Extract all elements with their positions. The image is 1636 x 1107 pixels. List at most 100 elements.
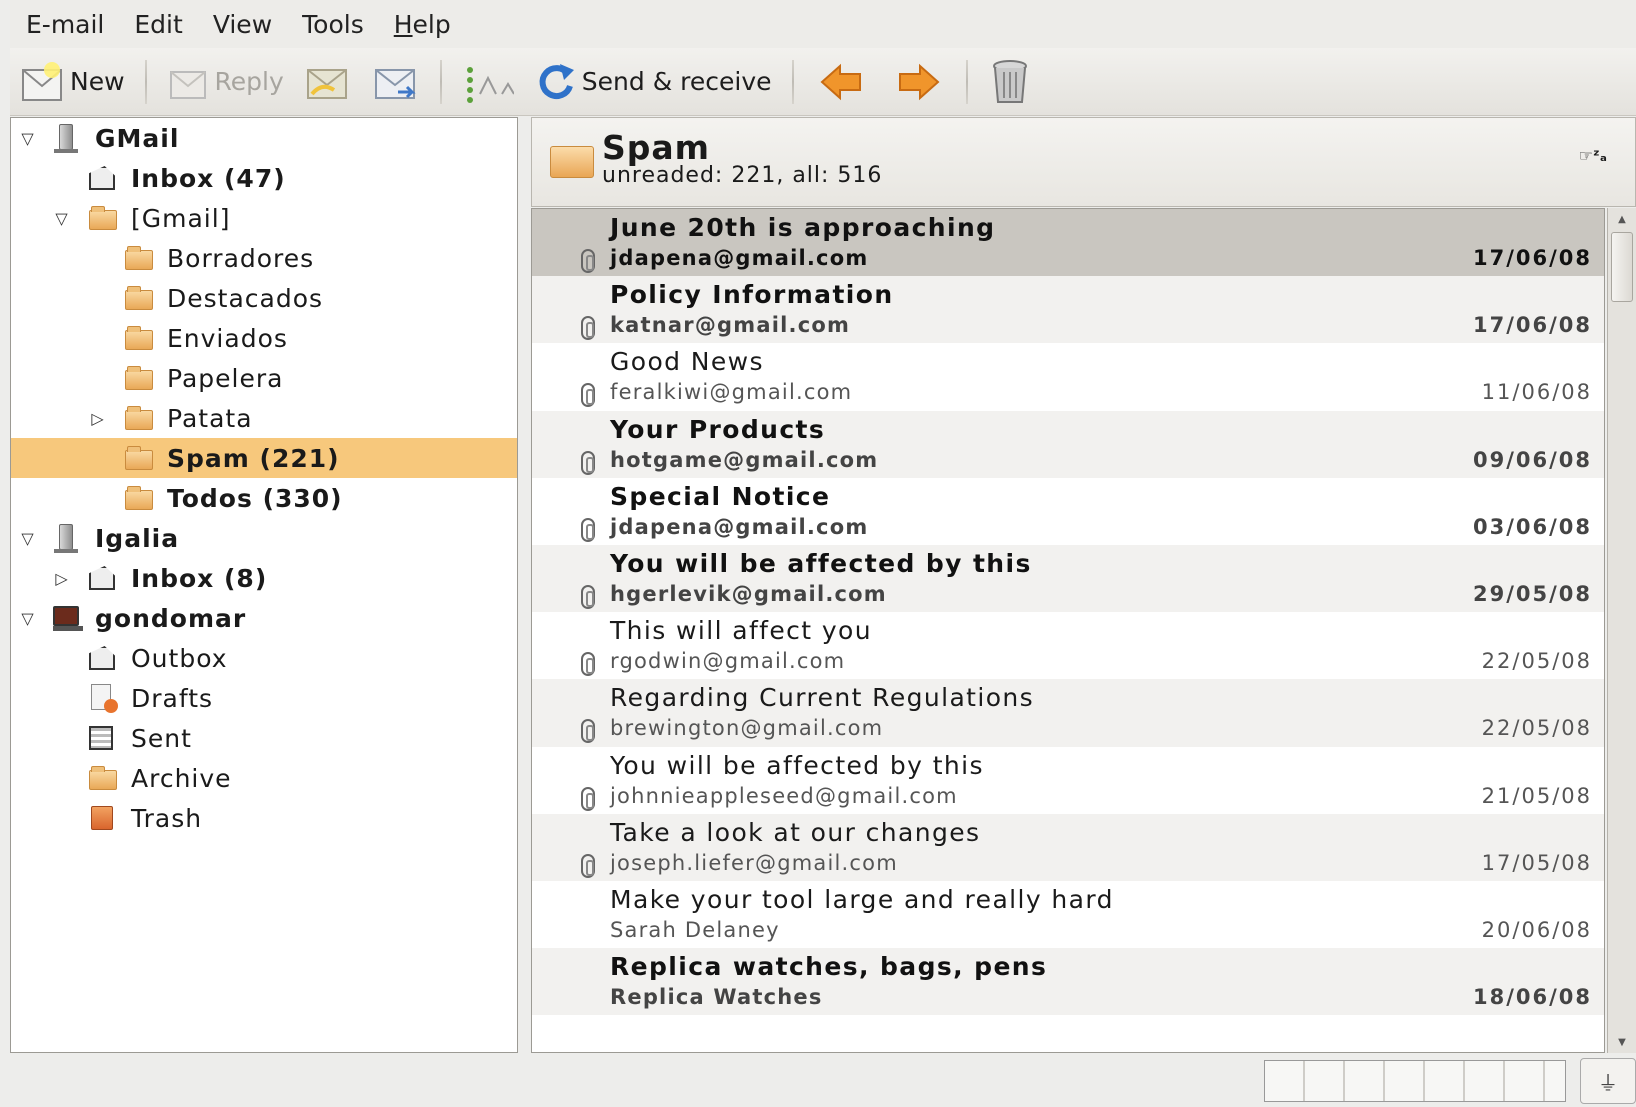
folder-gmail-inbox[interactable]: Inbox (47) [11, 158, 517, 198]
folder-patata[interactable]: ▷ Patata [11, 398, 517, 438]
message-row[interactable]: Good News feralkiwi@gmail.com 11/06/08 [532, 343, 1604, 410]
menu-help[interactable]: Help [379, 10, 466, 39]
toolbar-separator [439, 59, 442, 104]
attachment-icon [581, 517, 595, 542]
message-row[interactable]: This will affect you rgodwin@gmail.com 22/… [532, 612, 1604, 679]
message-row[interactable]: Replica watches, bags, pens Replica Watch… [532, 948, 1604, 1016]
attachment-icon [581, 719, 595, 744]
message-subject: June 20th is approaching [610, 213, 996, 242]
folder-label: Inbox (8) [131, 563, 268, 593]
folder-icon [125, 246, 153, 274]
folder-gmail-group[interactable]: ▽ [Gmail] [11, 198, 517, 238]
collapse-arrow-icon[interactable]: ▽ [53, 209, 71, 228]
computer-icon [53, 606, 83, 631]
folder-icon [125, 366, 153, 394]
account-igalia[interactable]: ▽ Igalia [11, 518, 517, 558]
message-row[interactable]: You will be affected by this hgerlevik@gm… [532, 545, 1604, 613]
folder-outbox[interactable]: Outbox [11, 638, 517, 678]
message-list-scrollbar[interactable]: ▲ ▼ [1607, 208, 1636, 1053]
attachment-icon [581, 249, 595, 273]
message-row[interactable]: Policy Information katnar@gmail.com 17/06/… [532, 276, 1604, 344]
folder-label: Archive [131, 763, 232, 793]
scroll-up-arrow-icon[interactable]: ▲ [1608, 208, 1636, 230]
sort-icon[interactable]: ☞ᶻₐ [1579, 146, 1607, 165]
connection-button[interactable]: ⏚ [1580, 1058, 1636, 1104]
folder-label: Outbox [131, 643, 228, 673]
message-sender: Replica Watches [610, 985, 823, 1010]
send-receive-button[interactable]: Send & receive [524, 55, 782, 109]
folder-destacados[interactable]: Destacados [11, 278, 517, 318]
previous-message-button[interactable] [804, 55, 880, 109]
expand-arrow-icon[interactable]: ▷ [89, 409, 107, 428]
attachment-icon [581, 786, 595, 811]
reply-button[interactable]: Reply [157, 55, 294, 109]
message-sender: hgerlevik@gmail.com [610, 582, 887, 606]
new-button[interactable]: New [10, 55, 135, 109]
scrollbar-thumb[interactable] [1611, 232, 1633, 302]
toolbar-separator [144, 59, 147, 104]
folder-icon [125, 406, 153, 434]
collapse-arrow-icon[interactable]: ▽ [19, 529, 37, 548]
collapse-arrow-icon[interactable]: ▽ [19, 609, 37, 628]
folder-label: Inbox (47) [131, 163, 286, 193]
message-subject: Regarding Current Regulations [610, 683, 1035, 713]
menu-view[interactable]: View [198, 10, 287, 39]
folder-icon [125, 286, 153, 314]
message-row[interactable]: Special Notice jdapena@gmail.com 03/06/08 [532, 478, 1604, 545]
expand-arrow-icon[interactable]: ▷ [53, 569, 71, 588]
next-message-button[interactable] [880, 55, 956, 109]
message-date: 11/06/08 [1481, 380, 1592, 405]
folder-label: Borradores [167, 243, 315, 273]
message-row[interactable]: June 20th is approaching jdapena@gmail.co… [532, 209, 1604, 277]
attachment-icon [581, 652, 595, 677]
menu-tools[interactable]: Tools [287, 10, 379, 39]
folder-sent[interactable]: Sent [11, 718, 517, 758]
message-list: June 20th is approaching jdapena@gmail.co… [531, 208, 1605, 1053]
folder-header: Spam unreaded: 221, all: 516 ☞ᶻₐ [531, 117, 1636, 207]
account-gmail[interactable]: ▽ GMail [11, 118, 517, 158]
folder-trash[interactable]: Trash [11, 798, 517, 838]
sent-icon [89, 726, 117, 750]
folder-todos[interactable]: Todos (330) [11, 478, 517, 518]
message-subject: Policy Information [610, 280, 894, 310]
message-row[interactable]: Make your tool large and really hard Sara… [532, 881, 1604, 948]
forward-button[interactable] [362, 55, 430, 109]
folder-label: Sent [131, 723, 192, 753]
new-mail-icon [22, 61, 62, 101]
folder-drafts[interactable]: Drafts [11, 678, 517, 718]
message-row[interactable]: Take a look at our changes joseph.liefer@… [532, 813, 1604, 881]
attachment-icon [581, 853, 595, 878]
folder-enviados[interactable]: Enviados [11, 318, 517, 358]
message-subject: Good News [610, 347, 764, 377]
message-date: 03/06/08 [1472, 514, 1592, 539]
folder-label: [Gmail] [131, 203, 231, 233]
move-to-folder-button[interactable] [452, 55, 524, 109]
account-label: GMail [95, 123, 180, 153]
connection-plug-icon: ⏚ [1598, 1070, 1618, 1095]
message-sender: jdapena@gmail.com [610, 246, 869, 270]
message-subject: You will be affected by this [610, 750, 984, 780]
pane-splitter[interactable] [518, 117, 531, 1053]
menu-edit[interactable]: Edit [119, 10, 197, 39]
delete-button[interactable] [978, 55, 1042, 109]
reply-all-button[interactable] [294, 55, 362, 109]
message-sender: feralkiwi@gmail.com [610, 380, 853, 405]
drafts-icon [91, 684, 119, 713]
folder-spam[interactable]: Spam (221) [11, 438, 517, 478]
message-row[interactable]: You will be affected by this johnnieapple… [532, 747, 1604, 814]
collapse-arrow-icon[interactable]: ▽ [19, 129, 37, 148]
message-row[interactable]: Regarding Current Regulations brewington@… [532, 679, 1604, 747]
scroll-down-arrow-icon[interactable]: ▼ [1608, 1031, 1636, 1053]
arrow-right-icon [898, 63, 940, 100]
account-local[interactable]: ▽ gondomar [11, 598, 517, 638]
folder-icon [89, 206, 117, 234]
folder-igalia-inbox[interactable]: ▷ Inbox (8) [11, 558, 517, 598]
folder-archive[interactable]: Archive [11, 758, 517, 798]
message-date: 17/06/08 [1472, 246, 1592, 270]
message-subject: Your Products [610, 414, 826, 444]
message-row[interactable]: Your Products hotgame@gmail.com 09/06/08 [532, 410, 1604, 478]
menu-email[interactable]: E-mail [10, 10, 119, 39]
folder-borradores[interactable]: Borradores [11, 238, 517, 278]
message-date: 22/05/08 [1481, 649, 1592, 674]
folder-papelera[interactable]: Papelera [11, 358, 517, 398]
